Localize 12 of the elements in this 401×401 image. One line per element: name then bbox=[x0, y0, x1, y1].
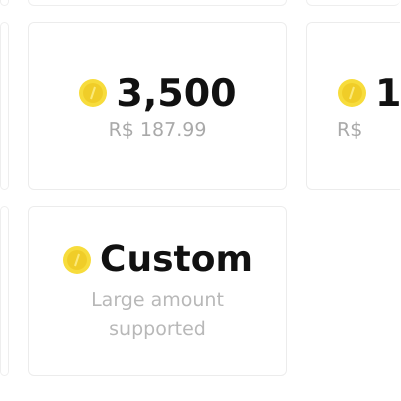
package-price: R$ 187.99 bbox=[108, 119, 206, 141]
custom-label: Custom bbox=[100, 239, 253, 280]
custom-note: Large amount supported bbox=[90, 288, 225, 342]
package-card[interactable]: Custom Large amount supported bbox=[28, 206, 287, 376]
coin-icon bbox=[337, 78, 367, 108]
coin-icon bbox=[62, 244, 92, 274]
package-card[interactable]: 3,500 R$ 187.99 bbox=[28, 22, 287, 190]
package-card[interactable]: 1 R$ bbox=[306, 22, 400, 190]
coin-icon bbox=[78, 78, 108, 108]
coin-amount: 3,500 bbox=[116, 71, 237, 115]
coin-amount: 1 bbox=[375, 71, 400, 115]
package-price: R$ bbox=[337, 119, 362, 141]
